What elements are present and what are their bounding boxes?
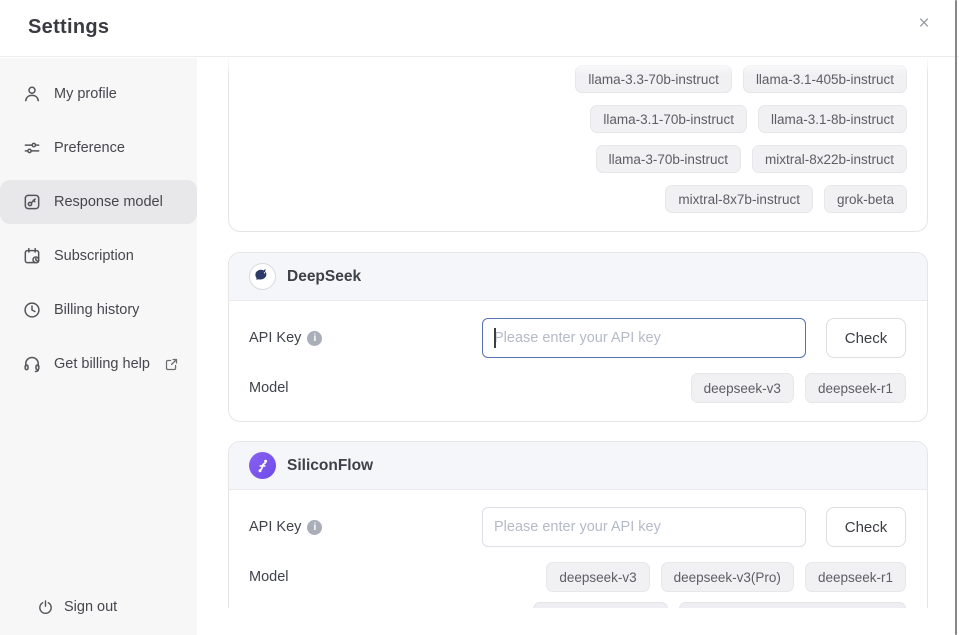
sidebar-item-label: My profile (54, 86, 117, 102)
modal-header: Settings × (0, 0, 959, 57)
model-chip-clipped (679, 602, 906, 608)
model-chip: deepseek-v3(Pro) (661, 562, 794, 592)
model-row: Model deepseek-v3 deepseek-r1 (229, 373, 927, 403)
provider-card-siliconflow: SiliconFlow API Key i Check Model deepse… (228, 441, 928, 608)
api-key-label: API Key i (249, 519, 322, 535)
model-chip: llama-3-70b-instruct (596, 145, 741, 173)
sidebar-item-billing-history[interactable]: Billing history (0, 288, 197, 332)
model-row: Model deepseek-v3 deepseek-v3(Pro) deeps… (229, 562, 927, 592)
model-label: Model (249, 569, 289, 585)
provider-name: DeepSeek (287, 268, 361, 286)
sign-out-label: Sign out (64, 599, 117, 615)
sidebar-item-label: Billing history (54, 302, 139, 318)
model-chip: mixtral-8x7b-instruct (665, 185, 813, 213)
settings-modal: Settings × My profile Preference Re (0, 0, 959, 635)
siliconflow-logo-icon (249, 452, 276, 479)
model-chip: grok-beta (824, 185, 907, 213)
settings-content-scroll-area[interactable]: llama-3.3-70b-instruct llama-3.1-405b-in… (197, 57, 952, 608)
settings-sidebar: My profile Preference Response model Sub… (0, 58, 197, 635)
model-chip: mixtral-8x22b-instruct (752, 145, 907, 173)
calendar-clock-icon (22, 246, 42, 266)
check-button[interactable]: Check (826, 318, 906, 358)
model-chip: llama-3.1-70b-instruct (590, 105, 747, 133)
provider-card-header: DeepSeek (229, 253, 927, 301)
chip-row: llama-3.3-70b-instruct llama-3.1-405b-in… (249, 65, 907, 93)
chip-row: llama-3-70b-instruct mixtral-8x22b-instr… (249, 145, 907, 173)
external-link-icon (164, 357, 179, 372)
sidebar-item-label: Preference (54, 140, 125, 156)
sidebar-item-get-billing-help[interactable]: Get billing help (0, 342, 197, 386)
page-title: Settings (28, 16, 109, 39)
model-chip: deepseek-v3 (691, 373, 794, 403)
provider-name: SiliconFlow (287, 457, 373, 475)
provider-card-deepseek: DeepSeek API Key i Check Model deepseek-… (228, 252, 928, 422)
info-icon[interactable]: i (307, 520, 322, 535)
sidebar-item-subscription[interactable]: Subscription (0, 234, 197, 278)
model-chip-clipped (533, 602, 668, 608)
api-key-label: API Key i (249, 330, 322, 346)
api-key-input[interactable] (482, 318, 806, 358)
api-key-row: API Key i Check (229, 507, 927, 547)
model-chip: llama-3.1-8b-instruct (758, 105, 907, 133)
api-key-label-text: API Key (249, 330, 301, 346)
provider-card-header: SiliconFlow (229, 442, 927, 490)
model-chip: deepseek-v3 (546, 562, 649, 592)
sliders-icon (22, 138, 42, 158)
chip-row: mixtral-8x7b-instruct grok-beta (249, 185, 907, 213)
models-card: llama-3.3-70b-instruct llama-3.1-405b-in… (228, 57, 928, 232)
check-button[interactable]: Check (826, 507, 906, 547)
sidebar-item-response-model[interactable]: Response model (0, 180, 197, 224)
clock-icon (22, 300, 42, 320)
sidebar-item-label: Subscription (54, 248, 134, 264)
api-key-input[interactable] (482, 507, 806, 547)
sidebar-item-my-profile[interactable]: My profile (0, 72, 197, 116)
key-square-icon (22, 192, 42, 212)
chip-row: llama-3.1-70b-instruct llama-3.1-8b-inst… (249, 105, 907, 133)
model-chip: deepseek-r1 (805, 562, 906, 592)
close-icon[interactable]: × (913, 13, 935, 35)
model-row-clipped (229, 602, 927, 608)
text-caret (494, 328, 496, 348)
power-icon (37, 599, 54, 616)
headset-icon (22, 354, 42, 374)
model-chip: llama-3.3-70b-instruct (575, 65, 732, 93)
sidebar-item-label: Get billing help (54, 356, 150, 372)
model-chip: deepseek-r1 (805, 373, 906, 403)
model-label: Model (249, 380, 289, 396)
api-key-row: API Key i Check (229, 318, 927, 358)
user-icon (22, 84, 42, 104)
model-chip: llama-3.1-405b-instruct (743, 65, 907, 93)
info-icon[interactable]: i (307, 331, 322, 346)
api-key-label-text: API Key (249, 519, 301, 535)
sidebar-item-label: Response model (54, 194, 163, 210)
window-scrollbar[interactable] (955, 0, 958, 635)
sidebar-item-preference[interactable]: Preference (0, 126, 197, 170)
deepseek-logo-icon (249, 263, 276, 290)
sign-out-button[interactable]: Sign out (0, 587, 197, 627)
